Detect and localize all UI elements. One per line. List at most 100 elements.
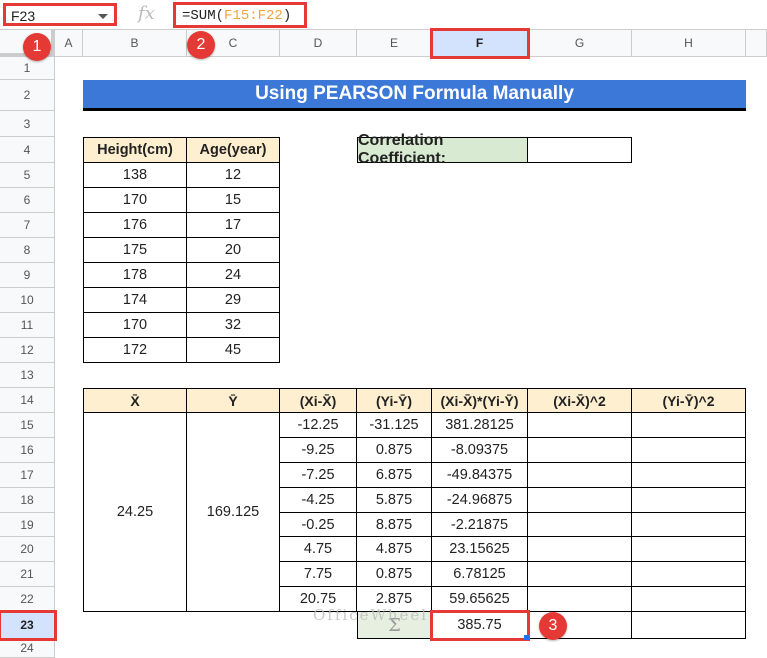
y-mean-cell[interactable]: 169.125 — [187, 413, 280, 612]
x-dev-squared-cell[interactable] — [528, 488, 632, 513]
data-cell[interactable]: 176 — [83, 213, 187, 238]
row-header-21[interactable]: 21 — [0, 562, 55, 587]
row-header-8[interactable]: 8 — [0, 238, 55, 263]
row-header-7[interactable]: 7 — [0, 213, 55, 238]
correlation-label[interactable]: Correlation Coefficient: — [357, 132, 528, 167]
calc-header-4[interactable]: (Xi-X̄)*(Yi-Ȳ) — [432, 388, 528, 413]
calc-cell[interactable]: -7.25 — [280, 463, 357, 488]
calc-cell[interactable]: 59.65625 — [432, 587, 528, 612]
calc-cell[interactable]: -12.25 — [280, 413, 357, 438]
row-header-19[interactable]: 19 — [0, 513, 55, 537]
data-cell[interactable]: 175 — [83, 238, 187, 263]
y-dev-squared-cell[interactable] — [632, 413, 746, 438]
calc-cell[interactable]: 0.875 — [357, 438, 432, 463]
calc-cell[interactable]: -24.96875 — [432, 488, 528, 513]
calc-header-1[interactable]: Ȳ — [187, 388, 280, 413]
row-header-4[interactable]: 4 — [0, 137, 55, 163]
row-header-22[interactable]: 22 — [0, 587, 55, 612]
x-dev-squared-cell[interactable] — [528, 463, 632, 488]
calc-cell[interactable]: -8.09375 — [432, 438, 528, 463]
empty-cell[interactable] — [632, 612, 746, 639]
row-header-2[interactable]: 2 — [0, 80, 55, 111]
y-dev-squared-cell[interactable] — [632, 562, 746, 587]
calc-cell[interactable]: 8.875 — [357, 513, 432, 537]
calc-cell[interactable]: 0.875 — [357, 562, 432, 587]
column-header-e[interactable]: E — [357, 30, 432, 57]
x-dev-squared-cell[interactable] — [528, 413, 632, 438]
formula-input[interactable]: =SUM(F15:F22) — [173, 2, 307, 28]
row-header-5[interactable]: 5 — [0, 163, 55, 188]
data-cell[interactable]: 12 — [187, 163, 280, 188]
calc-header-3[interactable]: (Yi-Ȳ) — [357, 388, 432, 413]
calc-cell[interactable]: 5.875 — [357, 488, 432, 513]
row-header-16[interactable]: 16 — [0, 438, 55, 463]
data-cell[interactable]: 178 — [83, 263, 187, 288]
calc-cell[interactable]: -31.125 — [357, 413, 432, 438]
chevron-down-icon[interactable] — [98, 14, 108, 19]
data-cell[interactable]: 17 — [187, 213, 280, 238]
calc-cell[interactable]: 6.78125 — [432, 562, 528, 587]
y-dev-squared-cell[interactable] — [632, 537, 746, 562]
calc-header-6[interactable]: (Yi-Ȳ)^2 — [632, 388, 746, 413]
data-cell[interactable]: 172 — [83, 338, 187, 363]
calc-cell[interactable]: -9.25 — [280, 438, 357, 463]
name-box[interactable]: F23 — [3, 3, 117, 26]
row-header-12[interactable]: 12 — [0, 338, 55, 363]
row-header-17[interactable]: 17 — [0, 463, 55, 488]
y-dev-squared-cell[interactable] — [632, 488, 746, 513]
row-header-6[interactable]: 6 — [0, 188, 55, 213]
x-mean-cell[interactable]: 24.25 — [83, 413, 187, 612]
calc-header-2[interactable]: (Xi-X̄) — [280, 388, 357, 413]
calc-cell[interactable]: 4.75 — [280, 537, 357, 562]
row-header-3[interactable]: 3 — [0, 111, 55, 137]
y-dev-squared-cell[interactable] — [632, 587, 746, 612]
row-header-13[interactable]: 13 — [0, 363, 55, 388]
calc-cell[interactable]: -4.25 — [280, 488, 357, 513]
x-dev-squared-cell[interactable] — [528, 513, 632, 537]
column-header-d[interactable]: D — [280, 30, 357, 57]
data-cell[interactable]: 138 — [83, 163, 187, 188]
data-cell[interactable]: 170 — [83, 188, 187, 213]
column-header-extra[interactable] — [746, 30, 767, 57]
calc-cell[interactable]: 6.875 — [357, 463, 432, 488]
row-header-10[interactable]: 10 — [0, 288, 55, 313]
calc-cell[interactable]: 381.28125 — [432, 413, 528, 438]
x-dev-squared-cell[interactable] — [528, 438, 632, 463]
sum-value-cell[interactable]: 385.75 — [430, 610, 530, 641]
data-cell[interactable]: 15 — [187, 188, 280, 213]
x-dev-squared-cell[interactable] — [528, 537, 632, 562]
data-cell[interactable]: 45 — [187, 338, 280, 363]
data-cell[interactable]: 29 — [187, 288, 280, 313]
data-cell[interactable]: 170 — [83, 313, 187, 338]
column-header-g[interactable]: G — [528, 30, 632, 57]
row-header-18[interactable]: 18 — [0, 488, 55, 513]
row-header-24[interactable]: 24 — [0, 639, 55, 658]
data-header-1[interactable]: Age(year) — [187, 137, 280, 163]
y-dev-squared-cell[interactable] — [632, 463, 746, 488]
data-cell[interactable]: 24 — [187, 263, 280, 288]
column-header-h[interactable]: H — [632, 30, 746, 57]
calc-cell[interactable]: -2.21875 — [432, 513, 528, 537]
data-cell[interactable]: 20 — [187, 238, 280, 263]
correlation-value-cell[interactable] — [528, 137, 632, 163]
calc-cell[interactable]: -49.84375 — [432, 463, 528, 488]
calc-header-5[interactable]: (Xi-X̄)^2 — [528, 388, 632, 413]
column-header-f[interactable]: F — [430, 28, 530, 59]
row-header-15[interactable]: 15 — [0, 413, 55, 438]
column-header-b[interactable]: B — [83, 30, 187, 57]
y-dev-squared-cell[interactable] — [632, 438, 746, 463]
calc-header-0[interactable]: X̄ — [83, 388, 187, 413]
row-header-1[interactable]: 1 — [0, 57, 55, 80]
y-dev-squared-cell[interactable] — [632, 513, 746, 537]
x-dev-squared-cell[interactable] — [528, 587, 632, 612]
row-header-11[interactable]: 11 — [0, 313, 55, 338]
calc-cell[interactable]: -0.25 — [280, 513, 357, 537]
row-header-9[interactable]: 9 — [0, 263, 55, 288]
row-header-23[interactable]: 23 — [0, 610, 57, 641]
row-header-14[interactable]: 14 — [0, 388, 55, 413]
column-header-a[interactable]: A — [55, 30, 83, 57]
data-cell[interactable]: 32 — [187, 313, 280, 338]
data-cell[interactable]: 174 — [83, 288, 187, 313]
row-header-20[interactable]: 20 — [0, 537, 55, 562]
calc-cell[interactable]: 23.15625 — [432, 537, 528, 562]
